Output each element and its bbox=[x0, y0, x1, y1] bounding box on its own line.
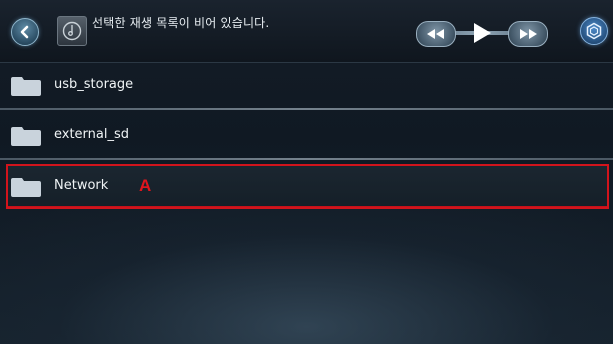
settings-button[interactable] bbox=[580, 17, 608, 45]
fast-forward-button[interactable] bbox=[508, 21, 548, 47]
list-item-label: external_sd bbox=[54, 127, 130, 142]
row-divider bbox=[0, 108, 613, 110]
row-divider bbox=[0, 158, 613, 160]
list-item-usb-storage[interactable]: usb_storage bbox=[0, 62, 613, 110]
media-browser-screen: 선택한 재생 목록이 비어 있습니다. usb_storage external… bbox=[0, 0, 613, 344]
folder-icon bbox=[11, 127, 41, 146]
list-item-external-sd[interactable]: external_sd bbox=[0, 112, 613, 160]
music-disc-icon bbox=[57, 16, 87, 46]
play-button[interactable] bbox=[466, 21, 496, 45]
rewind-button[interactable] bbox=[416, 21, 456, 47]
play-icon bbox=[474, 23, 491, 43]
annotation-marker: A bbox=[139, 176, 152, 195]
list-item-label: usb_storage bbox=[54, 77, 134, 92]
settings-hex-icon bbox=[586, 22, 602, 40]
fast-forward-icon bbox=[520, 29, 537, 39]
back-button[interactable] bbox=[11, 18, 39, 46]
status-message: 선택한 재생 목록이 비어 있습니다. bbox=[92, 16, 270, 30]
transport-controls bbox=[412, 21, 549, 47]
list-item-label: Network bbox=[54, 178, 109, 193]
rewind-icon bbox=[427, 29, 444, 39]
back-arrow-icon bbox=[20, 25, 29, 39]
folder-icon bbox=[11, 178, 41, 197]
top-bar: 선택한 재생 목록이 비어 있습니다. bbox=[0, 0, 613, 63]
list-item-network[interactable]: Network bbox=[0, 163, 613, 211]
folder-icon bbox=[11, 77, 41, 96]
